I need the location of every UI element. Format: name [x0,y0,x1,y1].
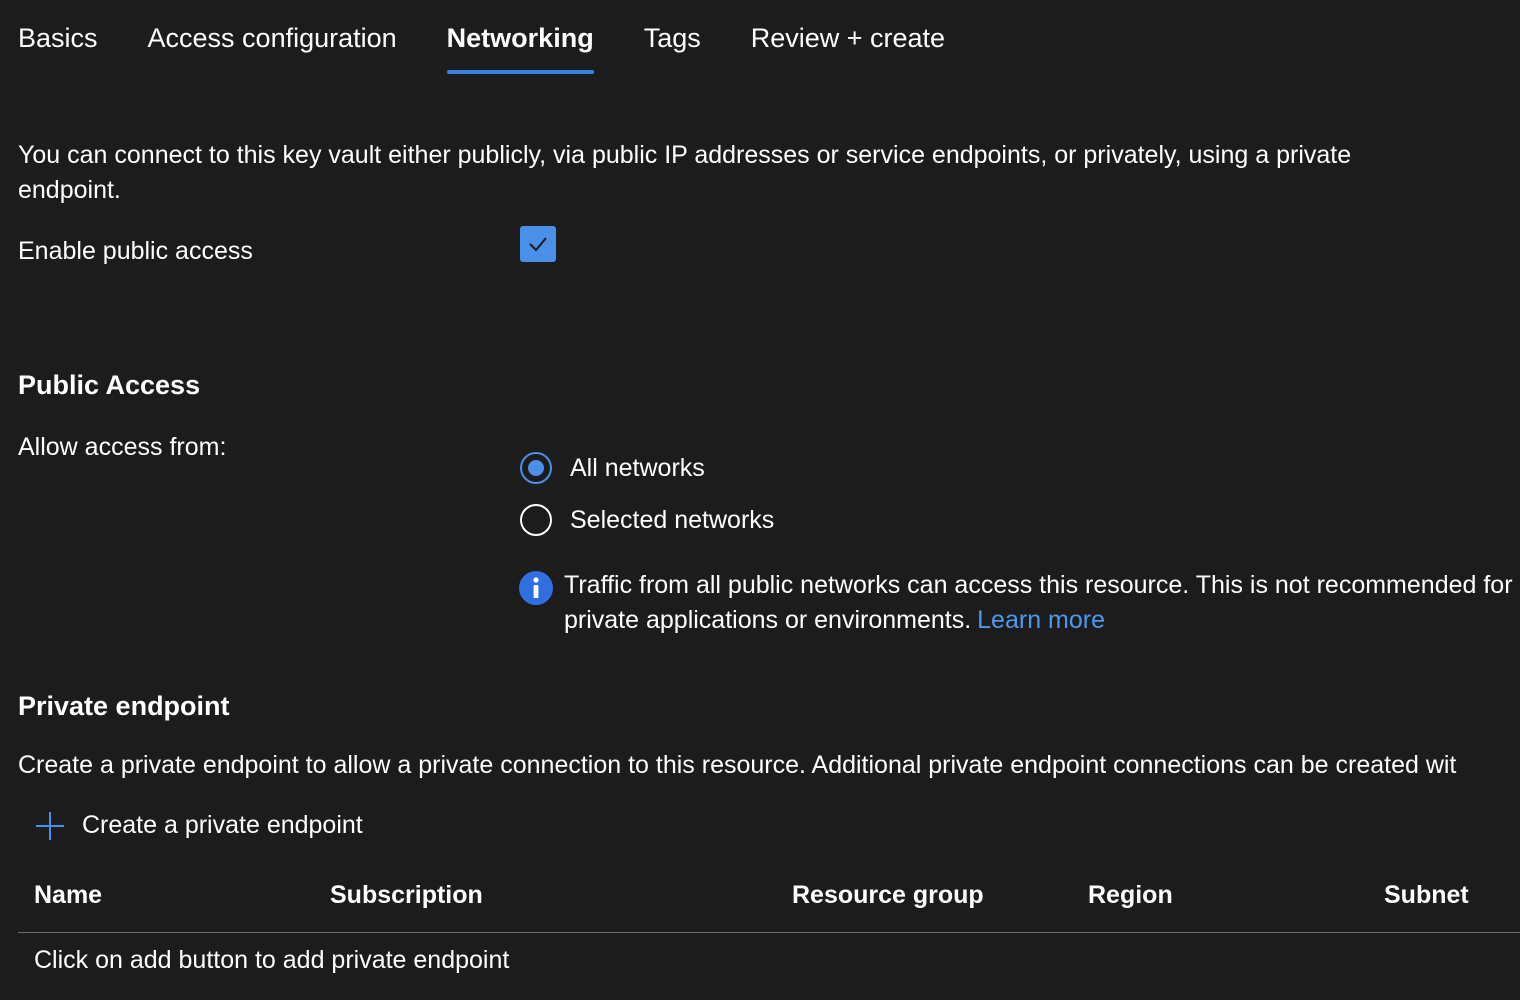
intro-text: You can connect to this key vault either… [18,141,1352,204]
column-header-resource-group: Resource group [792,881,984,909]
radio-all-networks-label: All networks [570,454,705,482]
radio-selected-networks[interactable]: Selected networks [520,504,774,536]
tab-tags[interactable]: Tags [644,0,701,74]
radio-all-networks[interactable]: All networks [520,452,705,484]
enable-public-access-checkbox[interactable] [520,226,556,262]
column-header-region: Region [1088,881,1173,909]
private-endpoint-table-header: Name Subscription Resource group Region … [18,868,1520,933]
tab-bar: Basics Access configuration Networking T… [18,0,995,74]
radio-selected-dot [528,460,544,476]
tab-review-create[interactable]: Review + create [751,0,945,74]
checkmark-icon [529,237,547,252]
radio-selected-networks-label: Selected networks [570,506,775,534]
radio-selected-networks-circle[interactable] [520,504,552,536]
create-private-endpoint-button[interactable]: Create a private endpoint [34,808,363,843]
allow-access-label: Allow access from: [18,433,227,461]
plus-icon [36,811,64,840]
info-message: Traffic from all public networks can acc… [518,568,1518,638]
tab-networking[interactable]: Networking [446,0,594,74]
public-access-title: Public Access [18,370,201,400]
tab-access-configuration[interactable]: Access configuration [148,0,397,74]
learn-more-link[interactable]: Learn more [977,606,1105,634]
column-header-name: Name [34,881,103,909]
networking-page: Basics Access configuration Networking T… [0,0,1520,1000]
create-private-endpoint-label: Create a private endpoint [82,811,363,839]
column-header-subnet: Subnet [1384,881,1469,909]
enable-public-access-label: Enable public access [18,237,253,265]
column-header-subscription: Subscription [330,881,483,909]
info-text-block: Traffic from all public networks can acc… [564,568,1514,638]
tab-basics[interactable]: Basics [18,0,98,74]
table-empty-message: Click on add button to add private endpo… [34,946,510,974]
info-icon [519,571,553,605]
private-endpoint-title: Private endpoint [18,691,230,721]
private-endpoint-description: Create a private endpoint to allow a pri… [18,751,1457,779]
radio-all-networks-circle[interactable] [520,452,552,484]
